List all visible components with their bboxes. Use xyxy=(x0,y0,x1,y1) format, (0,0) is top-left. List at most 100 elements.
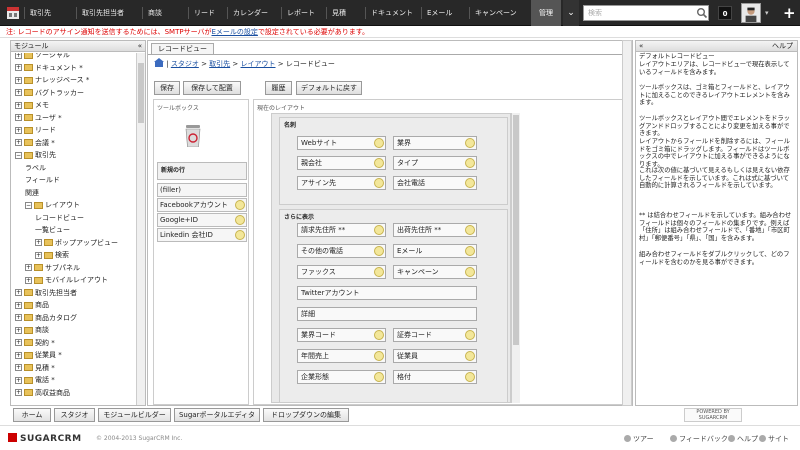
layout-panel[interactable]: 名刺 Webサイト 業界 親会社 タイプ アサイン先 会社電話 xyxy=(279,117,508,205)
edit-pencil-icon[interactable] xyxy=(374,158,384,168)
edit-pencil-icon[interactable] xyxy=(374,246,384,256)
module-tree-item[interactable]: + バグトラッカー xyxy=(15,87,84,99)
layout-field[interactable]: 企業形態 xyxy=(297,370,386,384)
module-tree-item[interactable]: − レイアウト xyxy=(25,199,80,211)
edit-pencil-icon[interactable] xyxy=(465,178,475,188)
module-tree-item[interactable]: + 検索 xyxy=(35,249,69,261)
nav-more-chevron-icon[interactable]: ⌄ xyxy=(563,0,579,26)
layout-field[interactable]: 詳細 xyxy=(297,307,477,321)
toolbox-field[interactable]: Facebookアカウント xyxy=(157,198,247,212)
layout-field[interactable]: 証券コード xyxy=(393,328,477,342)
layout-panel-title[interactable]: 名刺 xyxy=(284,120,296,129)
layout-field[interactable]: 格付 xyxy=(393,370,477,384)
layout-field[interactable]: 会社電話 xyxy=(393,176,477,190)
toolbox-field[interactable]: Google+ID xyxy=(157,213,247,227)
expand-icon[interactable]: + xyxy=(15,53,22,59)
main-panel-scrollbar[interactable] xyxy=(622,40,632,406)
restore-default-button[interactable]: デフォルトに戻す xyxy=(296,81,362,95)
nav-tab-5[interactable]: レポート xyxy=(287,0,315,26)
nav-tab-7[interactable]: ドキュメント xyxy=(371,0,413,26)
edit-pencil-icon[interactable] xyxy=(374,178,384,188)
expand-icon[interactable]: + xyxy=(15,326,22,334)
breadcrumb-layouts[interactable]: レイアウト xyxy=(241,60,276,68)
expand-icon[interactable]: + xyxy=(15,364,22,371)
module-tree-item[interactable]: + 商品 xyxy=(15,299,49,311)
scrollbar-thumb[interactable] xyxy=(513,115,519,345)
expand-icon[interactable]: + xyxy=(15,126,22,134)
layout-field[interactable]: 業界 xyxy=(393,136,477,150)
edit-pencil-icon[interactable] xyxy=(465,330,475,340)
layout-field[interactable]: その他の電話 xyxy=(297,244,386,258)
module-tree-item[interactable]: + リード xyxy=(15,124,56,136)
module-tree-item[interactable]: + ドキュメント * xyxy=(15,62,83,74)
edit-pencil-icon[interactable] xyxy=(465,158,475,168)
layout-field[interactable]: Webサイト xyxy=(297,136,386,150)
home-icon[interactable] xyxy=(6,6,20,20)
expand-icon[interactable]: + xyxy=(15,64,22,71)
layout-field[interactable]: ファックス xyxy=(297,265,386,279)
expand-icon[interactable]: + xyxy=(15,314,22,321)
nav-tab-6[interactable]: 見積 xyxy=(332,0,346,26)
module-tree-item[interactable]: + 見積 * xyxy=(15,362,55,374)
collapse-icon[interactable]: − xyxy=(15,151,22,159)
collapse-icon[interactable]: − xyxy=(25,201,32,209)
nav-tab-3[interactable]: リード xyxy=(194,0,215,26)
bottom-tab-3[interactable]: Sugarポータルエディタ xyxy=(174,408,260,422)
expand-help-icon[interactable]: « xyxy=(639,41,643,52)
edit-pencil-icon[interactable] xyxy=(374,138,384,148)
expand-icon[interactable]: + xyxy=(15,114,22,121)
layout-field[interactable]: アサイン先 xyxy=(297,176,386,190)
expand-icon[interactable]: + xyxy=(15,89,22,96)
module-tree-item[interactable]: フィールド xyxy=(25,174,60,186)
expand-icon[interactable]: + xyxy=(15,376,22,384)
expand-icon[interactable]: + xyxy=(25,276,32,284)
module-tree-item[interactable]: レコードビュー xyxy=(35,212,84,224)
edit-pencil-icon[interactable] xyxy=(465,267,475,277)
layout-panel-title[interactable]: さらに表示 xyxy=(284,212,314,221)
module-tree-item[interactable]: + メモ xyxy=(15,99,49,111)
edit-pencil-icon[interactable] xyxy=(235,200,245,210)
nav-tab-4[interactable]: カレンダー xyxy=(233,0,268,26)
recycle-bin-icon[interactable] xyxy=(184,125,202,147)
user-avatar[interactable] xyxy=(741,3,761,23)
expand-icon[interactable]: + xyxy=(15,339,22,346)
edit-pencil-icon[interactable] xyxy=(465,225,475,235)
layout-field[interactable]: 親会社 xyxy=(297,156,386,170)
layout-field[interactable]: Eメール xyxy=(393,244,477,258)
edit-pencil-icon[interactable] xyxy=(235,215,245,225)
global-search-input[interactable]: 検索 xyxy=(583,5,709,21)
module-tree-item[interactable]: + サブパネル xyxy=(25,262,80,274)
user-menu-chevron-icon[interactable]: ▾ xyxy=(765,0,769,26)
expand-icon[interactable]: + xyxy=(15,301,22,309)
toolbox-field[interactable]: (filler) xyxy=(157,183,247,197)
module-tree-item[interactable]: + モバイルレイアウト xyxy=(25,274,108,286)
module-tree-item[interactable]: + 商品カタログ xyxy=(15,312,77,324)
module-tree-item[interactable]: + 従業員 * xyxy=(15,349,62,361)
nav-tab-admin[interactable]: 管理 xyxy=(531,0,561,26)
edit-pencil-icon[interactable] xyxy=(465,138,475,148)
studio-home-icon[interactable] xyxy=(154,58,164,67)
layout-field[interactable]: キャンペーン xyxy=(393,265,477,279)
expand-icon[interactable]: + xyxy=(15,139,22,146)
footer-link[interactable]: フィードバック xyxy=(670,434,728,444)
nav-tab-1[interactable]: 取引先担当者 xyxy=(82,0,124,26)
edit-pencil-icon[interactable] xyxy=(374,225,384,235)
toolbox-field[interactable]: Linkedin 会社ID xyxy=(157,228,247,242)
edit-pencil-icon[interactable] xyxy=(465,351,475,361)
expand-icon[interactable]: + xyxy=(35,251,42,259)
edit-pencil-icon[interactable] xyxy=(235,230,245,240)
history-button[interactable]: 履歴 xyxy=(265,81,292,95)
scrollbar-thumb[interactable] xyxy=(138,63,144,123)
bottom-tab-4[interactable]: ドロップダウンの編集 xyxy=(263,408,349,422)
layout-field[interactable]: 業界コード xyxy=(297,328,386,342)
layout-field[interactable]: 出荷先住所 ** xyxy=(393,223,477,237)
module-tree-item[interactable]: + 商談 xyxy=(15,324,49,336)
collapse-panel-icon[interactable]: « xyxy=(138,41,142,52)
email-settings-link[interactable]: Eメールの設定 xyxy=(212,28,258,36)
module-tree-item[interactable]: + 取引先担当者 xyxy=(15,287,77,299)
footer-link[interactable]: サイト xyxy=(759,434,789,444)
breadcrumb-studio[interactable]: スタジオ xyxy=(171,60,199,68)
nav-tab-9[interactable]: キャンペーン xyxy=(475,0,517,26)
nav-tab-2[interactable]: 商談 xyxy=(148,0,162,26)
module-tree-item[interactable]: + ナレッジベース * xyxy=(15,74,89,86)
